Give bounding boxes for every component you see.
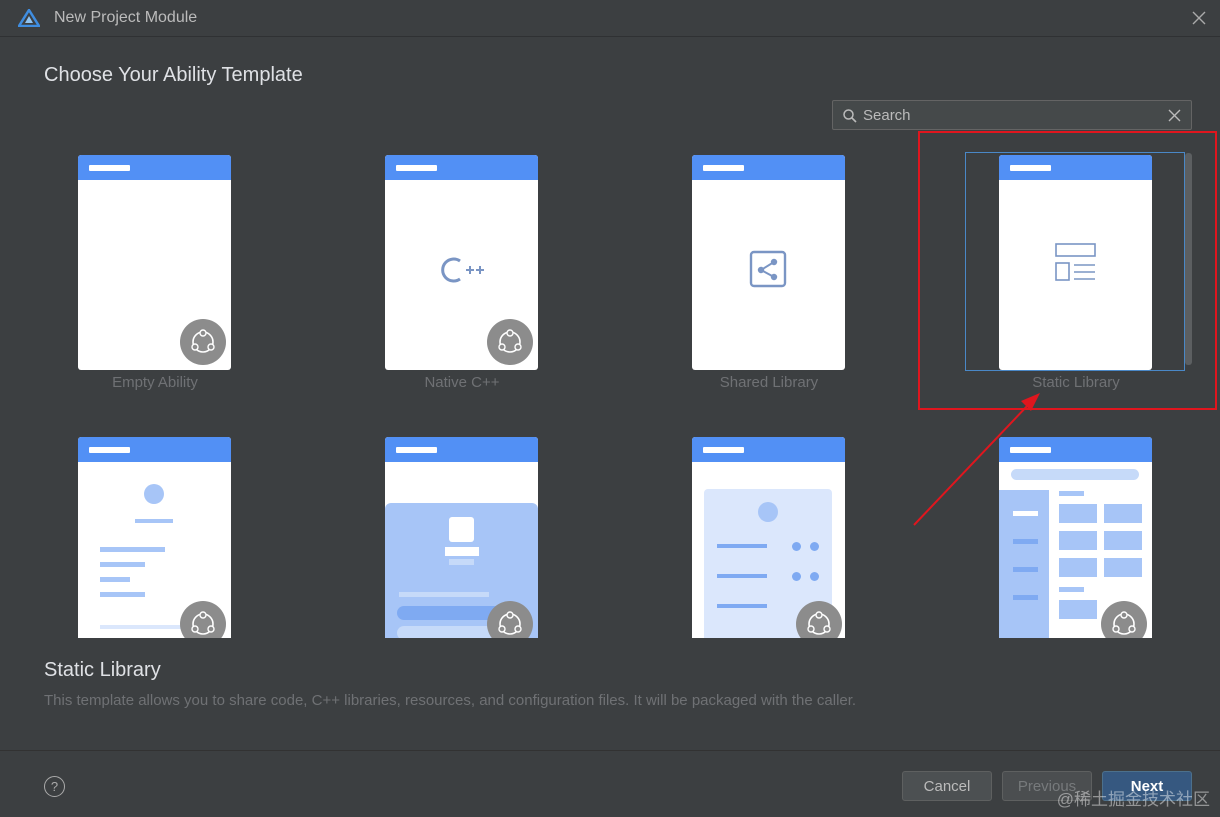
template-tile-card[interactable] — [327, 422, 597, 638]
template-tile-empty-ability[interactable]: Empty Ability — [20, 140, 290, 400]
clear-icon[interactable] — [1167, 108, 1182, 123]
template-preview — [385, 437, 538, 638]
close-button[interactable] — [1188, 7, 1210, 29]
template-tile-native-cpp[interactable]: Native C++ — [327, 140, 597, 400]
close-icon — [1192, 11, 1206, 25]
template-badge-icon — [180, 319, 226, 365]
template-preview — [385, 155, 538, 370]
cpp-icon — [441, 257, 484, 283]
search-input[interactable] — [863, 105, 1163, 126]
help-icon[interactable]: ? — [44, 776, 65, 797]
template-tile-shared-library[interactable]: Shared Library — [634, 140, 904, 400]
template-preview — [999, 437, 1152, 638]
description-title: Static Library — [44, 659, 161, 681]
template-preview — [692, 155, 845, 370]
template-badge-icon — [180, 601, 226, 638]
share-icon — [749, 250, 787, 288]
search-icon — [843, 109, 857, 123]
search-box[interactable] — [832, 100, 1192, 130]
template-label: Shared Library — [719, 374, 819, 391]
footer-divider — [0, 750, 1220, 751]
watermark: @稀土掘金技术社区 — [1056, 790, 1210, 809]
template-preview — [78, 155, 231, 370]
template-preview — [78, 437, 231, 638]
template-label: Native C++ — [424, 374, 500, 391]
cancel-button[interactable]: Cancel — [902, 771, 992, 801]
description-text: This template allows you to share code, … — [44, 692, 857, 709]
template-tile-list[interactable] — [634, 422, 904, 638]
template-preview — [692, 437, 845, 638]
template-badge-icon — [1101, 601, 1147, 638]
template-badge-icon — [487, 319, 533, 365]
title-bar: New Project Module — [0, 0, 1220, 37]
app-logo-icon — [18, 9, 40, 27]
template-tile-grid[interactable] — [941, 422, 1211, 638]
window-title: New Project Module — [54, 9, 198, 26]
template-label: Empty Ability — [112, 374, 198, 391]
annotation-highlight-box — [918, 131, 1217, 410]
template-badge-icon — [796, 601, 842, 638]
page-title: Choose Your Ability Template — [44, 64, 303, 86]
template-tile-profile[interactable] — [20, 422, 290, 638]
